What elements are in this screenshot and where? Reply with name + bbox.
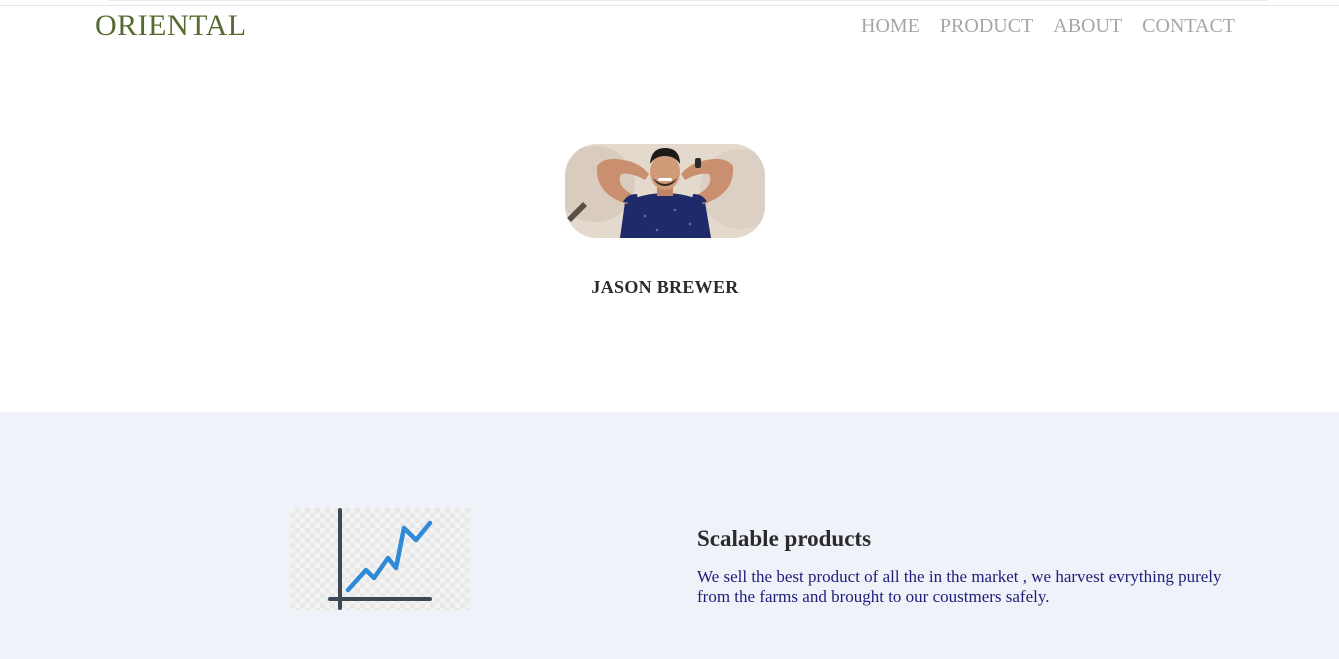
nav-product-link[interactable]: PRODUCT xyxy=(940,14,1033,38)
line-chart-growth-icon xyxy=(328,508,433,610)
feature-image xyxy=(290,508,470,610)
nav-home-link[interactable]: HOME xyxy=(861,14,920,38)
feature-title: Scalable products xyxy=(697,526,872,551)
brand-logo-link[interactable]: ORIENTAL xyxy=(95,8,247,44)
nav-about-link[interactable]: ABOUT xyxy=(1053,14,1122,38)
nav-contact-link[interactable]: CONTACT xyxy=(1142,14,1235,38)
site-header: ORIENTAL HOME PRODUCT ABOUT CONTACT xyxy=(0,0,1339,56)
person-name: JASON BREWER xyxy=(591,277,739,297)
feature-section: Scalable products We sell the best produ… xyxy=(0,412,1339,659)
feature-description: We sell the best product of all the in t… xyxy=(697,567,1222,606)
profile-photo-illustration xyxy=(565,144,765,238)
main-nav: HOME PRODUCT ABOUT CONTACT xyxy=(861,14,1235,38)
profile-photo xyxy=(565,144,765,238)
profile-section: JASON BREWER xyxy=(0,56,1339,412)
